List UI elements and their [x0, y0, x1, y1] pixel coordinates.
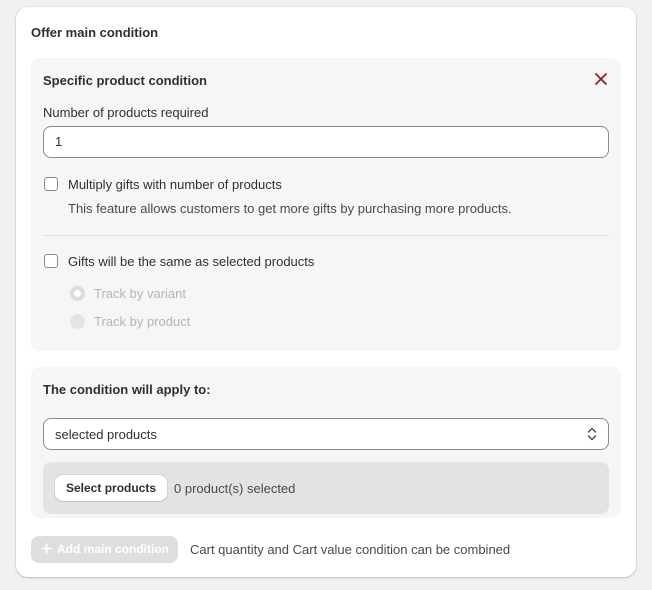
specific-product-condition-section: Specific product condition Number of pro… — [31, 58, 621, 351]
close-icon[interactable] — [593, 71, 609, 87]
quantity-label: Number of products required — [43, 105, 209, 120]
section-title: Specific product condition — [43, 73, 207, 88]
card-title: Offer main condition — [31, 25, 159, 40]
add-main-condition-button[interactable]: Add main condition — [31, 536, 178, 563]
add-main-condition-label: Add main condition — [57, 542, 169, 556]
plus-icon — [41, 537, 52, 554]
apply-to-select[interactable]: selected products — [43, 418, 609, 450]
track-by-variant-label: Track by variant — [94, 286, 186, 301]
select-chevrons-icon — [586, 426, 598, 442]
section-title: The condition will apply to: — [43, 382, 211, 397]
track-by-product-radio[interactable] — [70, 314, 85, 329]
same-gifts-checkbox[interactable] — [44, 254, 58, 268]
track-by-variant-radio[interactable] — [70, 286, 85, 301]
track-by-product-label: Track by product — [94, 314, 191, 329]
combine-note: Cart quantity and Cart value condition c… — [190, 542, 511, 557]
multiply-gifts-checkbox[interactable] — [44, 177, 58, 191]
select-value: selected products — [55, 427, 157, 442]
multiply-gifts-label[interactable]: Multiply gifts with number of products — [68, 177, 282, 192]
same-gifts-label[interactable]: Gifts will be the same as selected produ… — [68, 254, 314, 269]
selected-count-text: 0 product(s) selected — [174, 481, 296, 496]
select-products-button[interactable]: Select products — [55, 475, 168, 501]
divider — [43, 235, 609, 236]
multiply-gifts-help-text: This feature allows customers to get mor… — [68, 201, 512, 216]
quantity-input[interactable]: 1 — [43, 126, 609, 158]
condition-apply-section: The condition will apply to: selected pr… — [31, 367, 621, 518]
offer-main-condition-card: Offer main condition Specific product co… — [16, 7, 636, 577]
selected-products-box: Select products 0 product(s) selected — [43, 462, 609, 514]
